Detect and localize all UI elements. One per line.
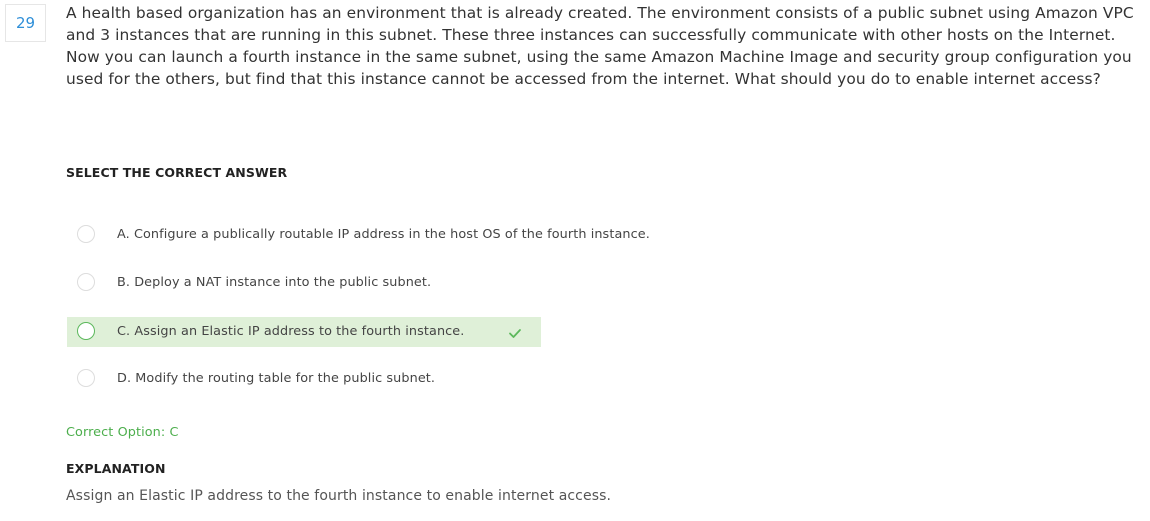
select-answer-label: SELECT THE CORRECT ANSWER bbox=[66, 165, 288, 180]
option-d-text: D. Modify the routing table for the publ… bbox=[117, 371, 436, 386]
option-a-radio[interactable] bbox=[77, 225, 95, 243]
option-a[interactable]: A. Configure a publically routable IP ad… bbox=[67, 220, 650, 250]
question-number-badge: 29 bbox=[5, 4, 46, 42]
checkmark-icon bbox=[509, 329, 521, 338]
option-d[interactable]: D. Modify the routing table for the publ… bbox=[67, 364, 541, 394]
explanation-text: Assign an Elastic IP address to the four… bbox=[66, 488, 612, 504]
option-b-text: B. Deploy a NAT instance into the public… bbox=[117, 275, 432, 290]
option-c[interactable]: C. Assign an Elastic IP address to the f… bbox=[67, 317, 541, 347]
option-c-text: C. Assign an Elastic IP address to the f… bbox=[117, 324, 465, 339]
option-b-radio[interactable] bbox=[77, 273, 95, 291]
question-text: A health based organization has an envir… bbox=[66, 4, 1134, 88]
option-a-text: A. Configure a publically routable IP ad… bbox=[117, 227, 650, 242]
option-b[interactable]: B. Deploy a NAT instance into the public… bbox=[67, 268, 541, 298]
option-d-radio[interactable] bbox=[77, 369, 95, 387]
question-number: 29 bbox=[15, 14, 36, 32]
correct-option-label: Correct Option: C bbox=[66, 425, 179, 440]
question-page: 29 A health based organization has an en… bbox=[0, 0, 1150, 521]
option-c-radio[interactable] bbox=[77, 322, 95, 340]
explanation-label: EXPLANATION bbox=[66, 461, 166, 476]
